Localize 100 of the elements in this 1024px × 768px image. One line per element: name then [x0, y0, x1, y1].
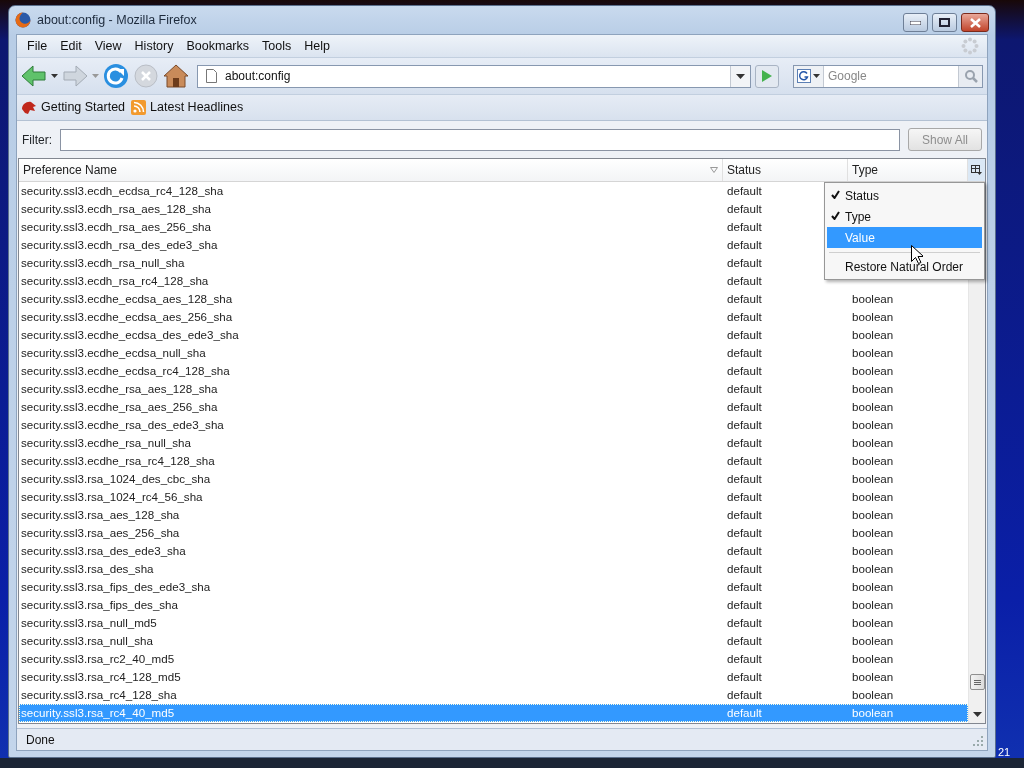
table-row[interactable]: security.ssl3.rsa_des_sha default boolean [19, 560, 968, 578]
table-row[interactable]: security.ssl3.ecdhe_ecdsa_aes_128_sha default boolean [19, 290, 968, 308]
menu-item[interactable]: Bookmarks [180, 35, 256, 57]
table-row[interactable]: security.ssl3.ecdhe_rsa_null_sha default boolean [19, 434, 968, 452]
column-header[interactable]: Status [723, 159, 848, 181]
search-icon [963, 69, 978, 83]
status-cell-text: default [726, 201, 762, 218]
firefox-logo-icon [15, 12, 31, 28]
status-cell-text: default [726, 471, 762, 488]
play-icon [761, 69, 773, 83]
resize-grip-icon[interactable] [973, 736, 983, 746]
table-row[interactable]: security.ssl3.ecdhe_ecdsa_null_sha default boolean [19, 344, 968, 362]
table-row[interactable]: security.ssl3.rsa_1024_des_cbc_sha default boolean [19, 470, 968, 488]
address-bar[interactable]: about:config [197, 64, 751, 88]
status-cell-text: default [726, 435, 762, 452]
menu-item[interactable]: Help [298, 35, 337, 57]
menu-item[interactable]: File [21, 35, 55, 57]
table-row[interactable]: security.ssl3.ecdhe_rsa_aes_128_sha default boolean [19, 380, 968, 398]
status-cell-text: default [726, 705, 762, 722]
column-header[interactable]: Preference Name [19, 159, 723, 181]
preference-name: security.ssl3.rsa_fips_des_sha [20, 597, 179, 614]
search-engine-button[interactable] [794, 65, 824, 87]
table-row[interactable]: security.ssl3.rsa_aes_256_sha default boolean [19, 524, 968, 542]
preference-name: security.ssl3.rsa_aes_256_sha [20, 525, 180, 542]
type-cell-text: boolean [851, 453, 894, 470]
search-engine-icon [797, 69, 811, 83]
menu-item[interactable]: View [88, 35, 129, 57]
status-cell-text: default [726, 507, 762, 524]
table-row[interactable]: security.ssl3.ecdhe_ecdsa_rc4_128_sha default boolean [19, 362, 968, 380]
reload-button[interactable] [103, 63, 129, 89]
table-row[interactable]: security.ssl3.rsa_rc4_128_sha default boolean [19, 686, 968, 704]
menu-item[interactable]: Edit [54, 35, 89, 57]
preference-name: security.ssl3.ecdhe_rsa_aes_128_sha [20, 381, 218, 398]
search-field[interactable]: Google [793, 64, 983, 88]
type-cell-text: boolean [851, 435, 894, 452]
table-row[interactable]: security.ssl3.rsa_rc2_40_md5 default boolean [19, 650, 968, 668]
menu-item[interactable]: Tools [256, 35, 299, 57]
status-cell-text: default [726, 561, 762, 578]
status-cell-text: default [726, 219, 762, 236]
status-cell-text: default [726, 255, 762, 272]
column-picker-button[interactable] [968, 159, 985, 181]
table-row[interactable]: security.ssl3.rsa_fips_des_ede3_sha default boolean [19, 578, 968, 596]
preference-name: security.ssl3.ecdhe_ecdsa_aes_128_sha [20, 291, 233, 308]
table-row[interactable]: security.ssl3.ecdhe_rsa_rc4_128_sha default boolean [19, 452, 968, 470]
status-cell-text: default [726, 363, 762, 380]
preference-name: security.ssl3.rsa_null_sha [20, 633, 153, 650]
maximize-button[interactable] [932, 13, 957, 32]
table-row[interactable]: security.ssl3.ecdhe_ecdsa_aes_256_sha default boolean [19, 308, 968, 326]
type-cell-text: boolean [851, 615, 894, 632]
dropdown-button[interactable] [730, 65, 750, 87]
preference-name: security.ssl3.rsa_rc4_128_md5 [20, 669, 181, 686]
status-cell-text: default [726, 687, 762, 704]
preference-name: security.ssl3.ecdh_rsa_aes_256_sha [20, 219, 211, 236]
status-cell-text: default [726, 543, 762, 560]
bookmark-link[interactable]: Getting Started [41, 98, 126, 117]
table-row[interactable]: security.ssl3.ecdhe_ecdsa_des_ede3_sha default boolean [19, 326, 968, 344]
status-cell-text: default [726, 669, 762, 686]
preference-name: security.ssl3.rsa_des_sha [20, 561, 154, 578]
caret-icon[interactable] [51, 74, 58, 78]
status-cell-text: default [726, 633, 762, 650]
close-button[interactable] [961, 13, 989, 32]
home-button[interactable] [163, 64, 189, 88]
type-cell-text: boolean [851, 399, 894, 416]
table-row[interactable]: security.ssl3.rsa_des_ede3_sha default boolean [19, 542, 968, 560]
type-cell-text: boolean [851, 309, 894, 326]
table-row[interactable]: security.ssl3.rsa_null_md5 default boolean [19, 614, 968, 632]
menu-item[interactable]: Type [827, 206, 982, 227]
rss-icon [131, 100, 147, 115]
type-cell-text: boolean [851, 669, 894, 686]
table-row[interactable]: security.ssl3.rsa_null_sha default boolean [19, 632, 968, 650]
status-cell-text: default [726, 399, 762, 416]
scroll-down-icon[interactable] [972, 712, 982, 717]
search-button[interactable] [958, 65, 982, 87]
menu-item[interactable]: History [128, 35, 181, 57]
bookmark-link[interactable]: Latest Headlines [150, 98, 244, 117]
table-row[interactable]: security.ssl3.rsa_rc4_128_md5 default boolean [19, 668, 968, 686]
menu-item[interactable]: Status [827, 185, 982, 206]
preference-name: security.ssl3.ecdhe_rsa_aes_256_sha [20, 399, 218, 416]
table-row[interactable]: security.ssl3.rsa_aes_128_sha default boolean [19, 506, 968, 524]
minimize-icon [910, 20, 921, 25]
minimize-button[interactable] [903, 13, 928, 32]
mouse-pointer-icon [911, 245, 923, 264]
preference-name: security.ssl3.rsa_rc4_40_md5 [20, 705, 175, 722]
table-row[interactable]: security.ssl3.ecdhe_rsa_des_ede3_sha default boolean [19, 416, 968, 434]
type-cell-text: boolean [851, 687, 894, 704]
go-button[interactable] [755, 64, 779, 88]
table-row[interactable]: security.ssl3.rsa_fips_des_sha default boolean [19, 596, 968, 614]
taskbar-clock: 21 [998, 745, 1011, 760]
filter-field[interactable] [60, 128, 900, 151]
type-cell-text: boolean [851, 561, 894, 578]
type-cell-text: boolean [851, 543, 894, 560]
type-cell-text: boolean [851, 507, 894, 524]
close-icon [969, 17, 981, 28]
preference-name: security.ssl3.ecdhe_rsa_des_ede3_sha [20, 417, 224, 434]
table-row[interactable]: security.ssl3.ecdhe_rsa_aes_256_sha default boolean [19, 398, 968, 416]
table-row[interactable]: security.ssl3.rsa_1024_rc4_56_sha default boolean [19, 488, 968, 506]
preference-name: security.ssl3.ecdh_rsa_aes_128_sha [20, 201, 211, 218]
type-cell-text: boolean [851, 579, 894, 596]
status-cell-text: default [726, 273, 762, 290]
scrollbar-thumb[interactable] [969, 674, 985, 690]
